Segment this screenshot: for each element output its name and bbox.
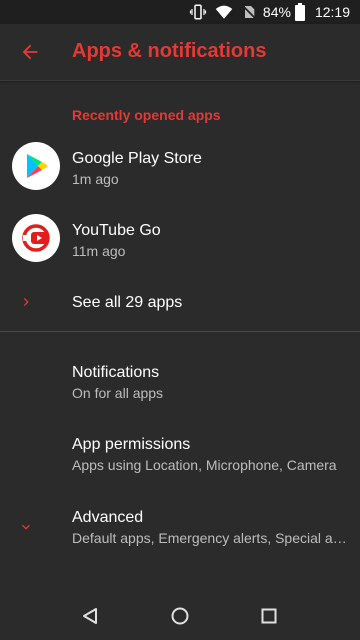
home-circle-icon [171,607,189,625]
setting-summary: Apps using Location, Microphone, Camera [72,457,337,473]
app-name: Google Play Store [72,150,202,167]
settings-item-advanced[interactable]: Advanced Default apps, Emergency alerts,… [0,495,360,555]
navigation-bar [0,592,360,640]
setting-title: Notifications [72,364,160,381]
recents-square-icon [261,608,277,624]
status-bar: 84% 12:19 [0,0,360,24]
arrow-back-icon [22,44,38,60]
app-last-opened: 1m ago [72,171,119,187]
chevron-right-icon [14,290,38,314]
see-all-apps-button[interactable]: See all 29 apps [0,278,360,328]
app-last-opened: 11m ago [72,243,126,259]
recent-app-item-play-store[interactable]: Google Play Store 1m ago [0,134,360,198]
divider [0,331,360,332]
recent-app-item-youtube-go[interactable]: YouTube Go 11m ago [0,206,360,270]
app-name: YouTube Go [72,222,161,239]
wifi-icon [215,0,233,24]
setting-title: Advanced [72,509,144,526]
no-sim-icon [241,0,257,24]
nav-back-button[interactable] [70,600,110,632]
back-button[interactable] [10,32,50,72]
page-title: Apps & notifications [72,40,267,62]
battery-percent: 84% [262,4,291,20]
play-store-icon [12,142,60,190]
nav-recents-button[interactable] [249,600,289,632]
setting-summary: Default apps, Emergency alerts, Special … [72,530,348,546]
clock: 12:19 [314,4,350,20]
app-bar: Apps & notifications [0,24,360,81]
see-all-apps-label: See all 29 apps [72,294,183,311]
vibrate-icon [189,0,207,24]
setting-title: App permissions [72,436,191,453]
chevron-down-icon [14,515,38,539]
setting-summary: On for all apps [72,385,164,401]
back-triangle-icon [83,608,97,624]
battery-icon [294,0,305,24]
settings-item-app-permissions[interactable]: App permissions Apps using Location, Mic… [0,422,360,482]
youtube-go-icon [12,214,60,262]
settings-item-notifications[interactable]: Notifications On for all apps [0,350,360,410]
recent-apps-header: Recently opened apps [72,107,221,123]
nav-home-button[interactable] [160,600,200,632]
